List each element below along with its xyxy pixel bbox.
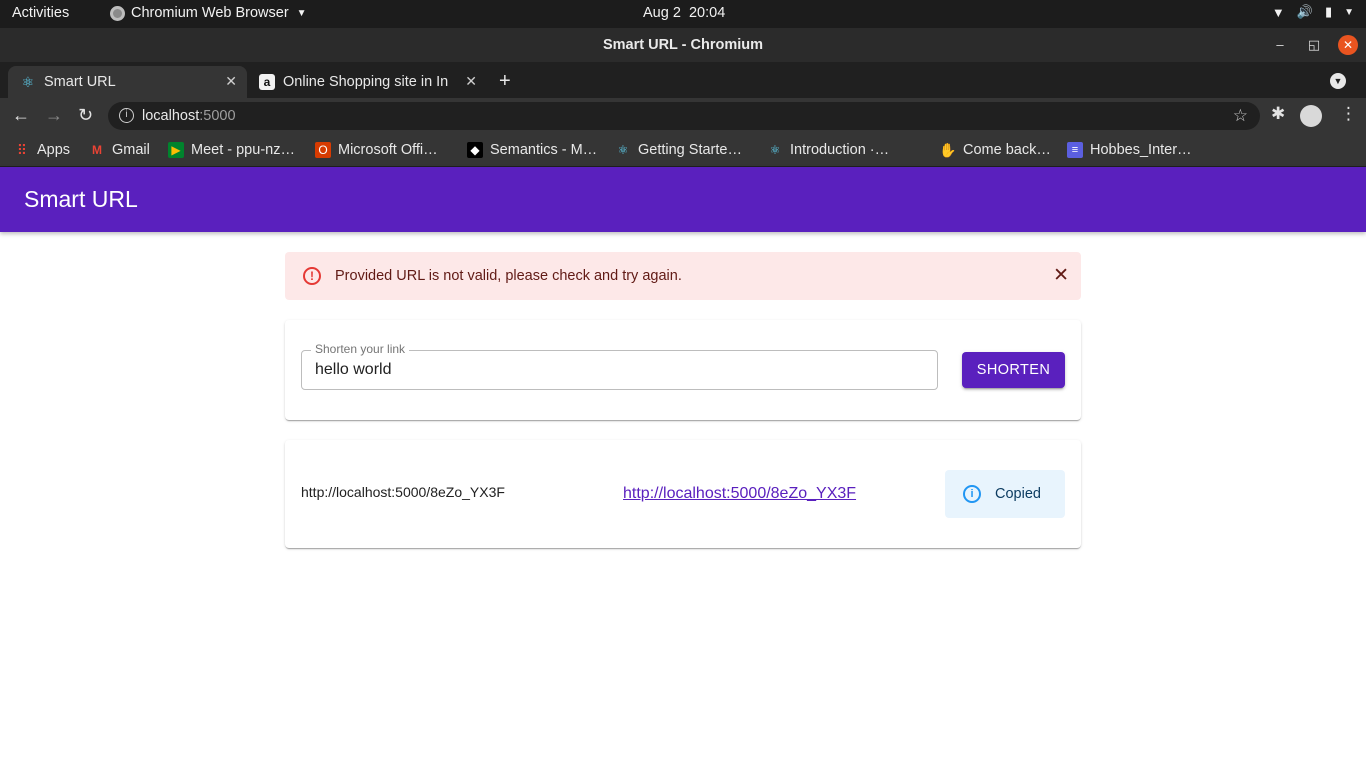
bookmarks-bar: ⠿ Apps M Gmail ▶ Meet - ppu-nz… O Micros… [0,134,1366,167]
minimize-icon[interactable]: – [1270,35,1290,55]
short-url-link[interactable]: http://localhost:5000/8eZo_YX3F [623,485,856,503]
info-icon: i [963,485,981,503]
bookmark-microsoft-office[interactable]: O Microsoft Offi… [315,140,438,160]
bookmark-label: Hobbes_Inter… [1090,142,1192,158]
restore-icon[interactable]: ◱ [1304,35,1324,55]
app-title: Smart URL [24,186,138,212]
shorten-form-card: Shorten your link hello world SHORTEN [285,320,1081,420]
close-alert-icon[interactable]: ✕ [1053,264,1069,287]
app-menu[interactable]: Chromium Web Browser ▼ [110,5,307,21]
react-icon: ⚛ [617,143,629,157]
error-icon: ! [303,267,321,285]
clock[interactable]: Aug 2 20:04 [643,5,725,21]
wifi-icon: ▼ [1271,4,1285,20]
volume-icon: 🔊 [1296,4,1313,19]
tab-search-icon[interactable]: ▼ [1330,73,1346,89]
clock-time: 20:04 [688,5,726,21]
bookmark-introduction[interactable]: ⚛ Introduction ·… [767,140,890,160]
bookmark-label: Getting Starte… [638,142,742,158]
window-title: Smart URL - Chromium [602,37,764,53]
url-host: localhost [142,108,200,124]
caret-down-icon: ▼ [296,7,307,19]
activities-button[interactable]: Activities [12,5,69,21]
close-tab-icon[interactable]: ✕ [225,73,237,90]
system-top-bar: Activities Chromium Web Browser ▼ Aug 2 … [0,0,1366,28]
bookmark-meet[interactable]: ▶ Meet - ppu-nz… [168,140,295,160]
chromium-icon [110,5,125,21]
bookmark-label: Semantics - M… [490,142,598,158]
gmail-icon: M [92,143,102,157]
bookmark-semantics[interactable]: ◆ Semantics - M… [467,140,597,160]
reload-icon[interactable]: ↻ [78,105,93,126]
bookmark-come-back[interactable]: ✋ Come back… [939,140,1051,160]
shorten-button[interactable]: SHORTEN [962,352,1065,388]
clock-date: Aug 2 [643,5,681,21]
bookmark-label: Come back… [963,142,1051,158]
bookmark-label: Microsoft Offi… [338,142,438,158]
profile-avatar[interactable] [1300,105,1322,127]
site-info-icon[interactable]: i [119,108,134,123]
extensions-icon[interactable]: ✱ [1271,104,1285,124]
error-alert: ! Provided URL is not valid, please chec… [285,252,1081,300]
apps-grid-icon: ⠿ [16,141,28,158]
bookmark-label: Meet - ppu-nz… [191,142,295,158]
react-icon: ⚛ [21,73,35,90]
bookmark-getting-started[interactable]: ⚛ Getting Starte… [615,140,742,160]
copied-status: Copied [995,486,1041,502]
address-bar[interactable]: i localhost:5000 ☆ [108,102,1260,130]
forward-icon[interactable]: → [45,105,63,126]
tab-strip: ⚛ Smart URL ✕ a Online Shopping site in … [0,62,1366,98]
bookmark-label: Gmail [112,142,150,158]
url-input-value[interactable]: hello world [315,361,391,379]
waving-hand-icon: ✋ [939,141,957,158]
amazon-icon: a [259,74,275,90]
office-icon: O [315,142,331,158]
semantics-icon: ◆ [467,142,483,158]
bookmark-apps[interactable]: ⠿ Apps [14,140,70,160]
url-input-field[interactable]: Shorten your link hello world [301,342,938,390]
original-url-text: http://localhost:5000/8eZo_YX3F [301,484,505,500]
react-icon: ⚛ [769,143,781,157]
docs-icon: ≡ [1067,142,1083,158]
tab-title: Smart URL [44,74,116,90]
copied-alert: i Copied [945,470,1065,518]
address-text[interactable]: localhost:5000 [142,108,236,124]
alert-message: Provided URL is not valid, please check … [335,268,682,284]
tab-online-shopping[interactable]: a Online Shopping site in In ✕ [247,66,487,98]
battery-icon: ▮ [1324,4,1333,19]
system-tray[interactable]: ▼ 🔊 ▮ ▼ [1272,4,1354,20]
close-tab-icon[interactable]: ✕ [465,73,477,90]
new-tab-button[interactable]: + [499,70,511,93]
tab-title: Online Shopping site in In [283,74,449,90]
window-title-bar: Smart URL - Chromium – ◱ ✕ [0,28,1366,62]
bookmark-label: Introduction ·… [790,142,890,158]
tab-smart-url[interactable]: ⚛ Smart URL ✕ [8,66,247,98]
bookmark-star-icon[interactable]: ☆ [1233,106,1248,126]
browser-toolbar: ← → ↻ i localhost:5000 ☆ ✱ ⋮ [0,98,1366,134]
app-menu-label: Chromium Web Browser [131,5,289,21]
result-card: http://localhost:5000/8eZo_YX3F http://l… [285,440,1081,548]
close-window-icon[interactable]: ✕ [1338,35,1358,55]
bookmark-label: Apps [37,142,71,158]
bookmark-hobbes[interactable]: ≡ Hobbes_Inter… [1067,140,1192,160]
url-port: :5000 [199,108,236,124]
url-input-label: Shorten your link [311,342,410,356]
back-icon[interactable]: ← [12,105,30,126]
app-header: Smart URL [0,167,1366,232]
meet-icon: ▶ [168,142,184,158]
kebab-menu-icon[interactable]: ⋮ [1340,104,1357,124]
bookmark-gmail[interactable]: M Gmail [89,140,150,160]
caret-down-icon: ▼ [1344,6,1354,18]
